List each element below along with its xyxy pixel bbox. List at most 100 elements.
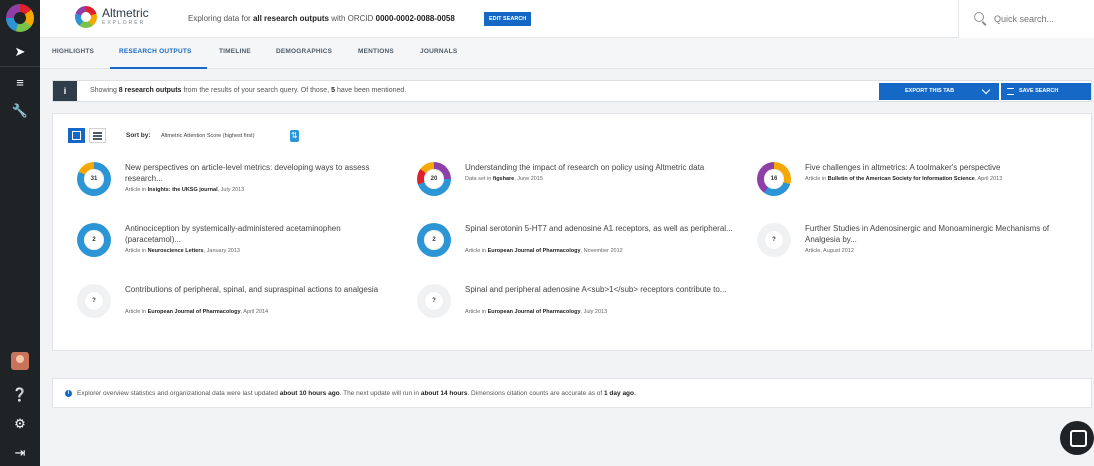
output-card[interactable]: 20 Understanding the impact of research … bbox=[417, 162, 747, 216]
output-type: Article in bbox=[125, 248, 148, 254]
attention-score: ? bbox=[772, 237, 776, 243]
attention-score-donut: ? bbox=[417, 284, 451, 318]
output-title[interactable]: Further Studies in Adenosinergic and Mon… bbox=[805, 223, 1075, 245]
summary-count: 8 research outputs bbox=[118, 87, 182, 94]
attention-score: ? bbox=[92, 298, 96, 304]
wrench-icon[interactable]: 🔧 bbox=[0, 102, 40, 120]
footer-next-update: about 14 hours bbox=[420, 390, 468, 397]
results-info-bar: i Showing 8 research outputs from the re… bbox=[52, 80, 1092, 102]
altmetric-brand-icon bbox=[75, 6, 97, 28]
query-orcid: 0000-0002-0088-0058 bbox=[375, 14, 455, 23]
output-type: Article, August 2012 bbox=[805, 248, 854, 254]
gear-icon[interactable]: ⚙ bbox=[0, 415, 40, 433]
attention-score: 31 bbox=[90, 176, 98, 182]
attention-score-donut: ? bbox=[77, 284, 111, 318]
output-meta: Article in Neuroscience Letters, January… bbox=[125, 248, 240, 254]
query-middle: with ORCID bbox=[328, 14, 376, 23]
rail-divider bbox=[0, 66, 40, 67]
grid-view-button[interactable] bbox=[68, 128, 85, 143]
quick-search bbox=[958, 0, 1094, 38]
save-search-button[interactable]: SAVE SEARCH bbox=[1001, 83, 1091, 100]
output-card[interactable]: ? Further Studies in Adenosinergic and M… bbox=[757, 223, 1087, 277]
left-rail: ➤ ≡ 🔧 ❔ ⚙ ⇥ bbox=[0, 0, 40, 466]
sort-chevron-icon[interactable] bbox=[290, 130, 299, 142]
attention-score: 20 bbox=[430, 176, 438, 182]
output-card[interactable]: 16 Five challenges in altmetrics: A tool… bbox=[757, 162, 1087, 216]
attention-score-donut: 20 bbox=[417, 162, 451, 196]
output-venue: Insights: the UKSG journal bbox=[147, 187, 218, 193]
attention-score-donut: 2 bbox=[417, 223, 451, 257]
search-query-summary: Exploring data for all research outputs … bbox=[188, 14, 455, 23]
altmetric-logo-icon[interactable] bbox=[6, 4, 34, 32]
tab-mentions[interactable]: MENTIONS bbox=[358, 48, 394, 55]
search-icon bbox=[974, 12, 984, 22]
output-card[interactable]: ? Spinal and peripheral adenosine A<sub>… bbox=[417, 284, 747, 338]
tab-bar: HIGHLIGHTS RESEARCH OUTPUTS TIMELINE DEM… bbox=[40, 38, 1094, 69]
attention-score-donut: 16 bbox=[757, 162, 791, 196]
output-card[interactable]: 31 New perspectives on article-level met… bbox=[77, 162, 407, 216]
output-date: , April 2013 bbox=[974, 176, 1003, 182]
output-meta: Article in Insights: the UKSG journal, J… bbox=[125, 187, 244, 193]
output-venue: European Journal of Pharmacology bbox=[487, 309, 581, 315]
output-title[interactable]: Contributions of peripheral, spinal, and… bbox=[125, 284, 395, 295]
export-tab-button[interactable]: EXPORT THIS TAB bbox=[879, 83, 999, 100]
sort-label: Sort by: bbox=[126, 132, 151, 139]
output-type: Data set in bbox=[465, 176, 493, 182]
quick-search-input[interactable] bbox=[994, 12, 1084, 26]
output-meta: Data set in figshare, June 2015 bbox=[465, 176, 543, 182]
output-title[interactable]: Spinal serotonin 5-HT7 and adenosine A1 … bbox=[465, 223, 735, 234]
attention-score: 2 bbox=[92, 237, 96, 243]
query-prefix: Exploring data for bbox=[188, 14, 253, 23]
edit-search-button[interactable]: EDIT SEARCH bbox=[484, 12, 532, 26]
output-title[interactable]: Understanding the impact of research on … bbox=[465, 162, 735, 173]
summary-text-1: Showing bbox=[90, 87, 119, 94]
tab-research-outputs[interactable]: RESEARCH OUTPUTS bbox=[119, 48, 192, 55]
update-status-text: Explorer overview statistics and organiz… bbox=[77, 390, 636, 397]
chat-launcher-button[interactable] bbox=[1060, 421, 1094, 455]
output-card[interactable]: ? Contributions of peripheral, spinal, a… bbox=[77, 284, 407, 338]
output-title[interactable]: Antinociception by systemically-administ… bbox=[125, 223, 395, 245]
output-meta: Article in European Journal of Pharmacol… bbox=[125, 309, 268, 315]
brand-subtitle: EXPLORER bbox=[102, 20, 146, 26]
output-type: Article in bbox=[465, 309, 488, 315]
output-meta: Article in European Journal of Pharmacol… bbox=[465, 248, 623, 254]
output-type: Article in bbox=[125, 309, 148, 315]
output-venue: European Journal of Pharmacology bbox=[147, 309, 241, 315]
output-title[interactable]: Spinal and peripheral adenosine A<sub>1<… bbox=[465, 284, 735, 295]
footer-last-updated: about 10 hours ago bbox=[279, 390, 340, 397]
brand-name: Altmetric bbox=[102, 6, 149, 20]
active-tab-indicator bbox=[110, 67, 207, 69]
output-card[interactable]: 2 Spinal serotonin 5-HT7 and adenosine A… bbox=[417, 223, 747, 277]
output-type: Article in bbox=[805, 176, 828, 182]
logout-icon[interactable]: ⇥ bbox=[0, 444, 40, 462]
info-icon: i bbox=[53, 81, 77, 101]
output-card[interactable]: 2 Antinociception by systemically-admini… bbox=[77, 223, 407, 277]
sort-select[interactable]: Altmetric Attention Score (highest first… bbox=[161, 133, 255, 139]
summary-text-3: have been mentioned. bbox=[335, 87, 407, 94]
tab-demographics[interactable]: DEMOGRAPHICS bbox=[276, 48, 332, 55]
help-icon[interactable]: ❔ bbox=[0, 386, 40, 404]
output-title[interactable]: New perspectives on article-level metric… bbox=[125, 162, 395, 184]
tab-timeline[interactable]: TIMELINE bbox=[219, 48, 251, 55]
save-icon bbox=[1007, 88, 1014, 95]
info-icon: i bbox=[65, 390, 72, 397]
output-venue: figshare bbox=[492, 176, 515, 182]
attention-score-donut: ? bbox=[757, 223, 791, 257]
output-date: , April 2014 bbox=[240, 309, 269, 315]
list-view-button[interactable] bbox=[89, 128, 106, 143]
output-date: , July 2013 bbox=[580, 309, 608, 315]
attention-score: ? bbox=[432, 298, 436, 304]
output-date: , June 2015 bbox=[514, 176, 543, 182]
output-type: Article in bbox=[465, 248, 488, 254]
footer-text-3: . Dimensions citation counts are accurat… bbox=[467, 390, 605, 397]
list-icon[interactable]: ≡ bbox=[0, 74, 40, 92]
output-title[interactable]: Five challenges in altmetrics: A toolmak… bbox=[805, 162, 1075, 173]
compass-icon[interactable]: ➤ bbox=[0, 43, 40, 61]
tab-journals[interactable]: JOURNALS bbox=[420, 48, 457, 55]
query-scope: all research outputs bbox=[252, 14, 329, 23]
output-type: Article in bbox=[125, 187, 148, 193]
avatar[interactable] bbox=[11, 352, 29, 370]
tab-highlights[interactable]: HIGHLIGHTS bbox=[52, 48, 94, 55]
output-date: , July 2013 bbox=[217, 187, 245, 193]
output-date: , January 2013 bbox=[203, 248, 240, 254]
